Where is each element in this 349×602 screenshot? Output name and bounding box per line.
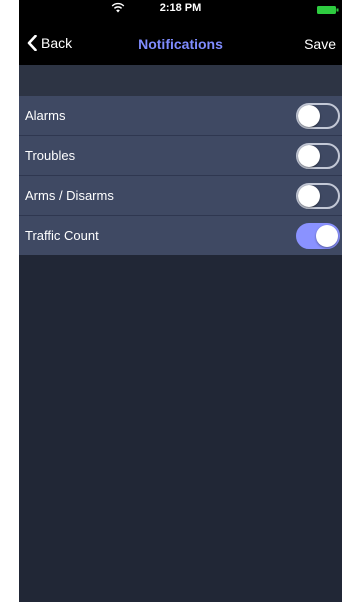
app-screen: 2:18 PM Back Notifications Save Alarms T… xyxy=(19,0,342,602)
navigation-bar: Back Notifications Save xyxy=(19,21,342,65)
setting-label: Arms / Disarms xyxy=(25,188,114,203)
troubles-toggle[interactable] xyxy=(296,143,340,169)
toggle-knob xyxy=(298,185,320,207)
status-time: 2:18 PM xyxy=(159,2,202,14)
battery-icon xyxy=(317,6,339,14)
notifications-list: Alarms Troubles Arms / Disarms Traffic C… xyxy=(19,96,342,255)
setting-label: Traffic Count xyxy=(25,228,99,243)
setting-row-arms-disarms: Arms / Disarms xyxy=(19,176,342,216)
toggle-knob xyxy=(316,225,338,247)
setting-label: Alarms xyxy=(25,108,66,123)
section-header-spacer xyxy=(19,65,342,96)
page-title: Notifications xyxy=(138,36,223,52)
save-button[interactable]: Save xyxy=(304,36,336,52)
toggle-knob xyxy=(298,145,320,167)
traffic-count-toggle[interactable] xyxy=(296,223,340,249)
setting-label: Troubles xyxy=(25,148,76,163)
status-bar: 2:18 PM xyxy=(19,0,342,21)
arms-disarms-toggle[interactable] xyxy=(296,183,340,209)
setting-row-traffic-count: Traffic Count xyxy=(19,216,342,255)
alarms-toggle[interactable] xyxy=(296,103,340,129)
setting-row-troubles: Troubles xyxy=(19,136,342,176)
setting-row-alarms: Alarms xyxy=(19,96,342,136)
toggle-knob xyxy=(298,105,320,127)
